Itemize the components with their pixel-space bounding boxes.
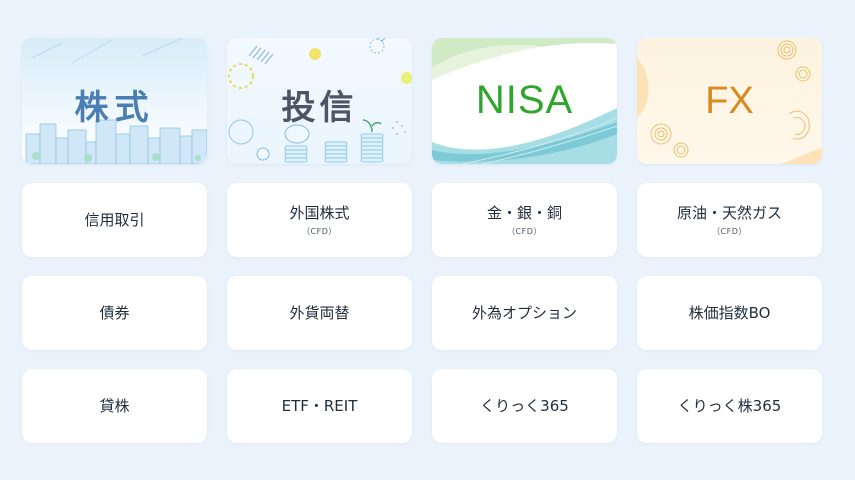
tile-label: 金・銀・銅 [486,204,562,222]
tile-foreign-stocks-cfd[interactable]: 外国株式 （CFD） [227,183,412,257]
tile-label: 債券 [99,304,130,322]
tile-precious-metals-cfd[interactable]: 金・銀・銅 （CFD） [432,183,617,257]
tile-label: くりっく株365 [677,397,782,415]
tile-label: 外貨両替 [289,304,350,322]
banner-fund-title: 投信 [281,88,358,128]
tile-etf-reit[interactable]: ETF・REIT [227,369,412,443]
tile-sublabel: （CFD） [712,227,747,236]
tile-label: くりっく365 [480,397,569,415]
tile-bonds[interactable]: 債券 [22,276,207,350]
tile-sublabel: （CFD） [302,227,337,236]
product-grid: 株式 投信 NISA FX 信用取引 外国株式 （CFD） 金・銀・銅 （CFD… [22,38,822,443]
tile-label: 外為オプション [471,304,577,322]
tile-currency-exchange[interactable]: 外貨両替 [227,276,412,350]
tile-label: 株価指数BO [688,304,771,322]
tile-stock-lending[interactable]: 貸株 [22,369,207,443]
tile-label: 信用取引 [84,211,145,229]
tile-click365[interactable]: くりっく365 [432,369,617,443]
banner-fund[interactable]: 投信 [227,38,412,164]
banner-stock[interactable]: 株式 [22,38,207,164]
tile-click-kabu365[interactable]: くりっく株365 [637,369,822,443]
banner-fx-title: FX [705,80,754,122]
tile-oil-gas-cfd[interactable]: 原油・天然ガス （CFD） [637,183,822,257]
banner-nisa[interactable]: NISA [432,38,617,164]
tile-fx-options[interactable]: 外為オプション [432,276,617,350]
tile-label: 貸株 [99,397,130,415]
tile-label: ETF・REIT [281,397,358,415]
tile-index-binary-options[interactable]: 株価指数BO [637,276,822,350]
tile-margin-trading[interactable]: 信用取引 [22,183,207,257]
banner-stock-title: 株式 [74,88,155,128]
banner-fx[interactable]: FX [637,38,822,164]
tile-sublabel: （CFD） [507,227,542,236]
tile-label: 原油・天然ガス [676,204,782,222]
tile-label: 外国株式 [289,204,350,222]
banner-nisa-title: NISA [475,78,574,122]
